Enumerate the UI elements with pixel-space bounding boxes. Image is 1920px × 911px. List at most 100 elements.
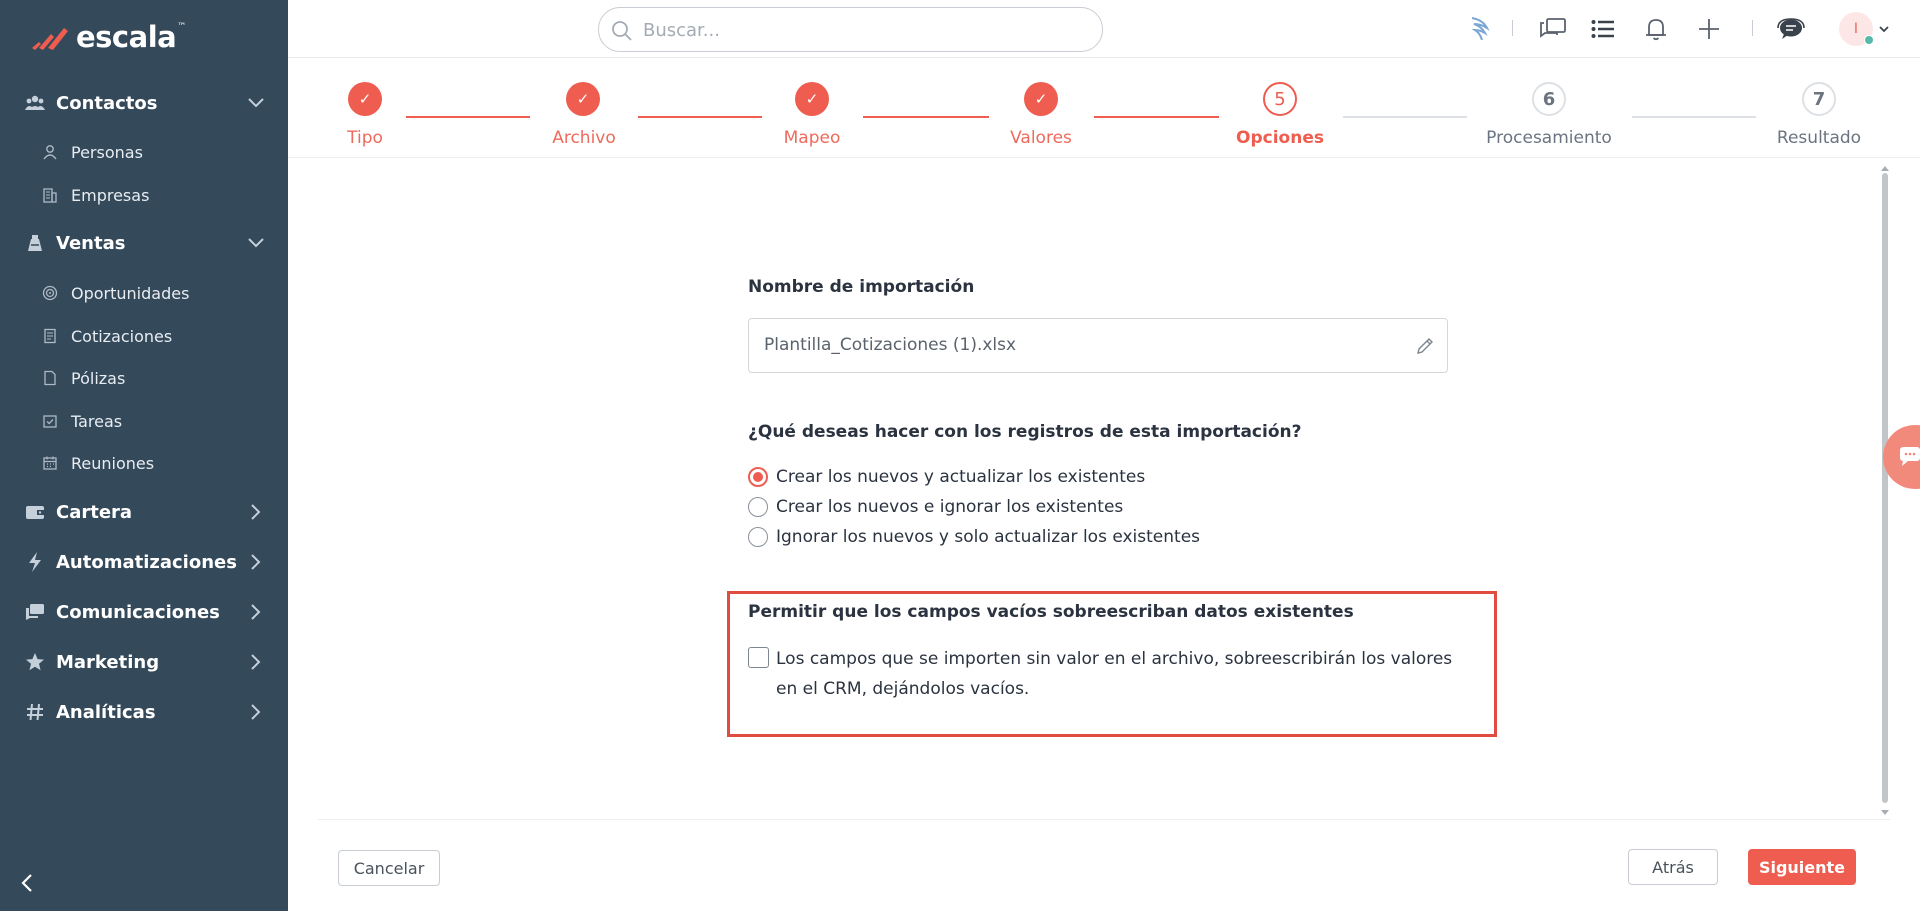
sidebar-item-tareas[interactable]: Tareas bbox=[0, 402, 288, 440]
sidebar-section-label: Analíticas bbox=[56, 701, 156, 723]
support-chat-icon[interactable] bbox=[1776, 14, 1806, 44]
search-icon bbox=[612, 21, 632, 41]
search-input[interactable] bbox=[643, 14, 1083, 46]
step-7-label: Resultado bbox=[1776, 128, 1862, 148]
target-icon bbox=[41, 284, 59, 302]
sidebar-item-label: Tareas bbox=[71, 411, 123, 431]
step-2-label: Archivo bbox=[552, 128, 616, 148]
sidebar-section-analiticas[interactable]: Analíticas bbox=[0, 691, 288, 733]
person-icon bbox=[41, 143, 59, 161]
integration-logo-icon[interactable] bbox=[1465, 14, 1495, 44]
search-box[interactable] bbox=[598, 7, 1103, 52]
footer-divider bbox=[318, 819, 1890, 820]
file-icon bbox=[41, 369, 59, 387]
scroll-down-arrow-icon[interactable] bbox=[1881, 810, 1889, 816]
sidebar-section-label: Contactos bbox=[56, 92, 158, 114]
step-connector bbox=[863, 116, 989, 118]
step-4-circle[interactable]: ✓ bbox=[1024, 82, 1058, 116]
step-7-circle: 7 bbox=[1802, 82, 1836, 116]
option-ignore-update[interactable]: Ignorar los nuevos y solo actualizar los… bbox=[748, 526, 1200, 548]
import-name-label: Nombre de importación bbox=[748, 277, 975, 297]
radio-selected[interactable] bbox=[748, 467, 768, 487]
empty-fields-checkbox[interactable] bbox=[748, 647, 769, 668]
sidebar-item-polizas[interactable]: Pólizas bbox=[0, 359, 288, 397]
step-6-circle: 6 bbox=[1532, 82, 1566, 116]
messages-icon[interactable] bbox=[1538, 14, 1568, 44]
chevron-down-icon[interactable] bbox=[1877, 22, 1891, 36]
sidebar-section-label: Automatizaciones bbox=[56, 551, 237, 573]
sidebar-item-cotizaciones[interactable]: Cotizaciones bbox=[0, 317, 288, 355]
content-scrollbar[interactable] bbox=[1881, 165, 1889, 821]
chevron-down-icon bbox=[246, 233, 266, 253]
sidebar-item-label: Cotizaciones bbox=[71, 326, 173, 346]
sidebar-section-contactos[interactable]: Contactos bbox=[0, 82, 288, 124]
pencil-icon[interactable] bbox=[1415, 336, 1435, 356]
escala-logo-icon bbox=[32, 28, 68, 50]
check-icon: ✓ bbox=[358, 90, 372, 108]
sidebar-item-reuniones[interactable]: Reuniones bbox=[0, 444, 288, 482]
header-separator bbox=[1512, 20, 1513, 36]
import-name-value: Plantilla_Cotizaciones (1).xlsx bbox=[764, 335, 1017, 355]
chevron-right-icon bbox=[246, 652, 266, 672]
sidebar-item-personas[interactable]: Personas bbox=[0, 133, 288, 171]
back-button[interactable]: Atrás bbox=[1628, 849, 1718, 885]
star-icon bbox=[25, 652, 45, 672]
sidebar: escala ™ Contactos Personas Empresas Vent… bbox=[0, 0, 288, 911]
sidebar-section-marketing[interactable]: Marketing bbox=[0, 641, 288, 683]
step-connector bbox=[638, 116, 762, 118]
sidebar-section-automatizaciones[interactable]: Automatizaciones bbox=[0, 541, 288, 583]
chevron-right-icon bbox=[246, 702, 266, 722]
step-1-circle[interactable]: ✓ bbox=[348, 82, 382, 116]
scrollbar-thumb[interactable] bbox=[1882, 173, 1888, 803]
radio-unselected[interactable] bbox=[748, 527, 768, 547]
sidebar-item-label: Empresas bbox=[71, 185, 150, 205]
radio-unselected[interactable] bbox=[748, 497, 768, 517]
list-icon[interactable] bbox=[1588, 14, 1618, 44]
step-connector bbox=[1632, 116, 1756, 118]
chevron-down-icon bbox=[246, 93, 266, 113]
sidebar-item-label: Pólizas bbox=[71, 368, 126, 388]
check-icon: ✓ bbox=[576, 90, 590, 108]
option-create-update[interactable]: Crear los nuevos y actualizar los existe… bbox=[748, 466, 1145, 488]
brand-logo[interactable]: escala ™ bbox=[30, 20, 186, 54]
bell-icon[interactable] bbox=[1641, 14, 1671, 44]
building-icon bbox=[41, 186, 59, 204]
brand-name: escala bbox=[76, 20, 177, 54]
check-icon: ✓ bbox=[1034, 90, 1048, 108]
step-5-circle[interactable]: 5 bbox=[1263, 82, 1297, 116]
cancel-button[interactable]: Cancelar bbox=[338, 850, 440, 886]
sidebar-section-cartera[interactable]: Cartera bbox=[0, 491, 288, 533]
chat-icon bbox=[25, 602, 45, 622]
step-number: 7 bbox=[1812, 88, 1826, 110]
sidebar-section-label: Ventas bbox=[56, 232, 126, 254]
contacts-icon bbox=[25, 93, 45, 113]
step-3-circle[interactable]: ✓ bbox=[795, 82, 829, 116]
scroll-up-arrow-icon[interactable] bbox=[1881, 165, 1889, 171]
task-icon bbox=[41, 412, 59, 430]
import-name-field[interactable]: Plantilla_Cotizaciones (1).xlsx bbox=[748, 318, 1448, 373]
step-5-label: Opciones bbox=[1236, 128, 1324, 148]
plus-icon[interactable] bbox=[1694, 14, 1724, 44]
collapse-sidebar-icon[interactable] bbox=[16, 872, 38, 894]
sidebar-section-comunicaciones[interactable]: Comunicaciones bbox=[0, 591, 288, 633]
step-connector bbox=[406, 116, 530, 118]
records-question-label: ¿Qué deseas hacer con los registros de e… bbox=[748, 422, 1302, 442]
sidebar-item-empresas[interactable]: Empresas bbox=[0, 176, 288, 214]
step-4-label: Valores bbox=[1010, 128, 1072, 148]
step-connector bbox=[1343, 116, 1467, 118]
sidebar-item-label: Oportunidades bbox=[71, 283, 190, 303]
sidebar-section-ventas[interactable]: Ventas bbox=[0, 222, 288, 264]
sidebar-item-label: Personas bbox=[71, 142, 143, 162]
chat-widget-icon bbox=[1900, 447, 1920, 466]
option-label: Ignorar los nuevos y solo actualizar los… bbox=[776, 527, 1201, 547]
sidebar-item-oportunidades[interactable]: Oportunidades bbox=[0, 274, 288, 312]
sidebar-item-label: Reuniones bbox=[71, 453, 155, 473]
online-status-indicator bbox=[1864, 35, 1874, 45]
next-button[interactable]: Siguiente bbox=[1748, 849, 1856, 885]
option-create-ignore[interactable]: Crear los nuevos e ignorar los existente… bbox=[748, 496, 1123, 518]
step-2-circle[interactable]: ✓ bbox=[566, 82, 600, 116]
sales-icon bbox=[25, 233, 45, 253]
chevron-right-icon bbox=[246, 602, 266, 622]
step-1-label: Tipo bbox=[347, 128, 383, 148]
step-3-label: Mapeo bbox=[783, 128, 841, 148]
